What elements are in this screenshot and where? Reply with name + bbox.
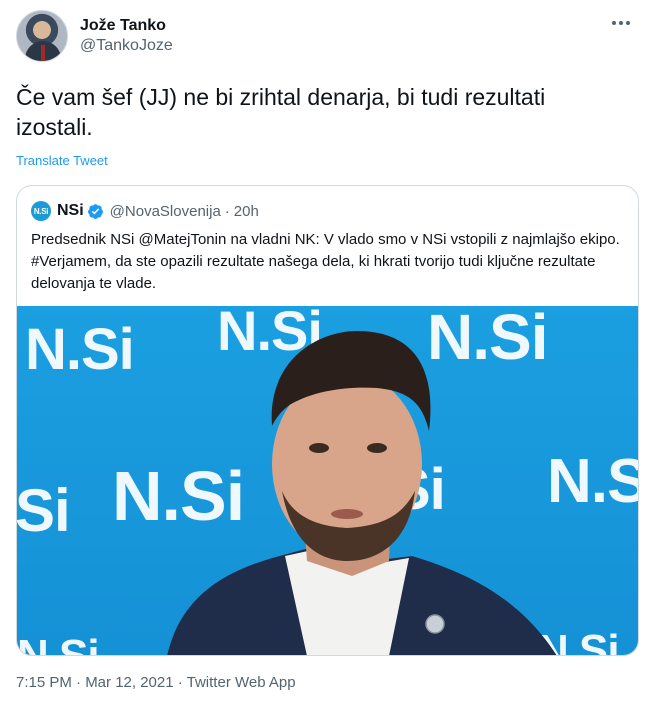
speaker-eye-left [309, 443, 329, 453]
quoted-author-logo: N.Si [31, 201, 51, 221]
author-names[interactable]: Jože Tanko @TankoJoze [80, 16, 173, 56]
more-dot [619, 21, 623, 25]
more-dot [626, 21, 630, 25]
quoted-tweet-header: N.Si NSi @NovaSlovenija · 20h [31, 200, 259, 222]
avatar-tie [41, 45, 45, 61]
speaker-eye-right [367, 443, 387, 453]
speaker-figure [167, 331, 557, 655]
translate-tweet-link[interactable]: Translate Tweet [16, 153, 108, 168]
tweet-header: Jože Tanko @TankoJoze [16, 10, 634, 64]
quoted-time[interactable]: 20h [234, 203, 259, 220]
quoted-tweet-text: Predsednik NSi @MatejTonin na vladni NK:… [31, 231, 620, 292]
speaker-mouth [331, 509, 363, 519]
verified-icon [87, 203, 103, 219]
quoted-tweet[interactable]: N.Si NSi @NovaSlovenija · 20h Predsednik… [16, 185, 639, 656]
more-dot [612, 21, 616, 25]
quoted-author-handle: @NovaSlovenija [109, 202, 221, 220]
tweet-timestamp[interactable]: 7:15 PM · Mar 12, 2021 · Twitter Web App [16, 674, 296, 691]
tweet-text: Če vam šef (JJ) ne bi zrihtal denarja, b… [16, 84, 546, 140]
quoted-author-name: NSi [57, 202, 84, 219]
more-options-icon[interactable] [610, 18, 632, 28]
quoted-photo[interactable]: N.Si N.Si N.Si N.Si N.Si Si N.Si N.Si N.… [17, 306, 638, 655]
author-handle[interactable]: @TankoJoze [80, 36, 173, 56]
author-display-name[interactable]: Jože Tanko [80, 16, 173, 36]
speaker-pin [425, 614, 445, 634]
author-avatar[interactable] [16, 10, 68, 62]
separator-dot: · [224, 202, 230, 220]
